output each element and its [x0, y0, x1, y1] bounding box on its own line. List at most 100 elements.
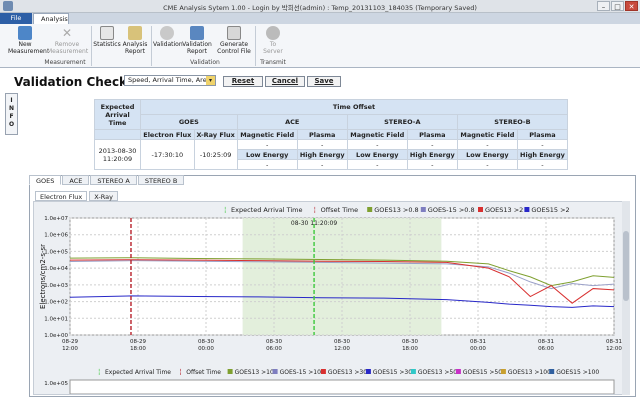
- arrival-time-value: 2013-08-30 11:20:09: [94, 139, 141, 170]
- vertical-scrollbar[interactable]: [622, 201, 630, 395]
- maximize-button[interactable]: □: [611, 1, 624, 11]
- tab-stereo-b[interactable]: STEREO B: [137, 175, 185, 185]
- ace-magnetic-value[interactable]: -: [236, 139, 298, 150]
- legend-label: GOES-15 >0.8: [428, 206, 475, 214]
- validation-button[interactable]: Validation: [153, 26, 183, 48]
- col-stereo-b-plasma: Plasma: [516, 129, 569, 140]
- ace-plasma-value[interactable]: -: [296, 139, 348, 150]
- legend2-swatch: [500, 369, 506, 374]
- tab-electron-flux[interactable]: Electron Flux: [35, 191, 88, 201]
- statistics-button[interactable]: Statistics: [93, 26, 121, 48]
- x-tick-time: 00:00: [470, 346, 486, 352]
- y-tick-label: 1.0e+04: [44, 266, 68, 272]
- tab-analysis[interactable]: Analysis: [33, 13, 69, 24]
- stereo-b-header: STEREO-B: [456, 114, 569, 130]
- stereo-b-low-energy-value[interactable]: -: [456, 159, 518, 170]
- chevron-down-icon[interactable]: ▾: [206, 76, 215, 85]
- x-tick-time: 18:00: [402, 346, 418, 352]
- new-measurement-button[interactable]: New Measurement: [8, 26, 50, 55]
- analysis-report-label: Analysis Report: [122, 41, 148, 55]
- control-file-icon: [227, 26, 241, 40]
- x-tick-time: 18:00: [130, 346, 146, 352]
- expected-arrival-header: Expected Arrival Time: [94, 99, 141, 130]
- x-tick-date: 08-30: [402, 339, 418, 345]
- x-tick-date: 08-29: [62, 339, 78, 345]
- new-measurement-label: New Measurement: [8, 41, 50, 55]
- y-tick-label: 1.0e+06: [44, 233, 68, 239]
- generate-control-file-button[interactable]: Generate Control File: [215, 26, 253, 55]
- tab-stereo-a[interactable]: STEREO A: [90, 175, 137, 185]
- stereo-b-low-energy: Low Energy: [456, 149, 518, 160]
- stereo-a-magnetic-value[interactable]: -: [346, 139, 408, 150]
- stereo-a-low-energy: Low Energy: [346, 149, 408, 160]
- validation-report-label: Validation Report: [182, 41, 212, 55]
- x-tick-time: 12:00: [606, 346, 622, 352]
- stereo-b-high-energy: High Energy: [516, 149, 569, 160]
- ace-low-energy-value[interactable]: -: [236, 159, 298, 170]
- legend2-swatch: [455, 369, 461, 374]
- server-icon: [266, 26, 280, 40]
- legend-swatch: [420, 207, 426, 212]
- validation-type-select[interactable]: Speed, Arrival Time, Area ▾: [124, 75, 216, 86]
- xray-flux-offset[interactable]: -10:25:09: [193, 139, 238, 170]
- ribbon: New Measurement ✕ Remove Measurement Mea…: [0, 24, 640, 68]
- stereo-b-magnetic-value[interactable]: -: [456, 139, 518, 150]
- stereo-b-high-energy-value[interactable]: -: [516, 159, 569, 170]
- x-tick-date: 08-30: [334, 339, 350, 345]
- window-title: CME Analysis Sytem 1.00 - Login by 박희선(a…: [163, 4, 477, 12]
- legend2-marker: ¦: [98, 368, 100, 376]
- to-server-button[interactable]: To Server: [258, 26, 288, 55]
- validation-report-icon: [190, 26, 204, 40]
- x-tick-time: 06:00: [538, 346, 554, 352]
- validation-type-value: Speed, Arrival Time, Area: [128, 76, 211, 84]
- legend2-label: GOES15 >50: [463, 369, 502, 376]
- close-button[interactable]: ✕: [625, 1, 638, 11]
- to-server-label: To Server: [263, 41, 283, 55]
- group-validation-label: Validation: [190, 59, 220, 66]
- ace-header: ACE: [236, 114, 348, 130]
- x-tick-time: 06:00: [266, 346, 282, 352]
- info-panel-toggle[interactable]: I N F O: [5, 93, 18, 135]
- chart2-plot: [69, 379, 615, 395]
- cancel-button[interactable]: Cancel: [265, 76, 305, 87]
- stereo-a-high-energy-value[interactable]: -: [406, 159, 458, 170]
- validation-toolbar: Validation Check Speed, Arrival Time, Ar…: [0, 69, 640, 91]
- tab-goes[interactable]: GOES: [29, 175, 62, 185]
- statistics-label: Statistics: [93, 41, 121, 48]
- source-tabs: GOES ACE STEREO A STEREO B: [29, 175, 185, 185]
- stereo-a-high-energy: High Energy: [406, 149, 458, 160]
- ace-high-energy: High Energy: [296, 149, 348, 160]
- minimize-button[interactable]: –: [597, 1, 610, 11]
- arrival-annotation: 08-30 11:20:09: [291, 220, 337, 227]
- tab-xray[interactable]: X-Ray: [89, 191, 118, 201]
- tab-ace[interactable]: ACE: [62, 175, 90, 185]
- stereo-a-plasma-value[interactable]: -: [406, 139, 458, 150]
- remove-measurement-button[interactable]: ✕ Remove Measurement: [47, 26, 89, 55]
- legend2-swatch: [272, 369, 278, 374]
- ace-high-energy-value[interactable]: -: [296, 159, 348, 170]
- legend-marker: ¦: [224, 206, 226, 214]
- legend-swatch: [478, 207, 483, 212]
- analysis-report-button[interactable]: Analysis Report: [121, 26, 149, 55]
- legend2-label: GOES15 >100: [556, 369, 599, 376]
- x-tick-time: 12:00: [62, 346, 78, 352]
- scrollbar-thumb[interactable]: [623, 231, 629, 301]
- electron-flux-chart[interactable]: ¦ Expected Arrival Time ¦ Offset Time GOES13…: [34, 202, 624, 395]
- stereo-b-plasma-value[interactable]: -: [516, 139, 569, 150]
- remove-measurement-label: Remove Measurement: [47, 41, 89, 55]
- electron-flux-offset[interactable]: -17:30:10: [140, 139, 195, 170]
- col-ace-magnetic: Magnetic Field: [236, 129, 298, 140]
- legend2-marker: ¦: [179, 368, 181, 376]
- col-stereo-a-plasma: Plasma: [406, 129, 458, 140]
- save-button[interactable]: Save: [307, 76, 341, 87]
- reset-button[interactable]: Reset: [223, 76, 263, 87]
- validation-report-button[interactable]: Validation Report: [181, 26, 213, 55]
- legend2-swatch: [549, 369, 555, 374]
- x-tick-date: 08-30: [198, 339, 214, 345]
- validation-icon: [160, 26, 174, 40]
- statistics-icon: [100, 26, 114, 40]
- ribbon-separator: [151, 26, 152, 66]
- stereo-a-low-energy-value[interactable]: -: [346, 159, 408, 170]
- tab-file[interactable]: File: [0, 13, 32, 24]
- legend-label: GOES13 >2: [485, 206, 523, 214]
